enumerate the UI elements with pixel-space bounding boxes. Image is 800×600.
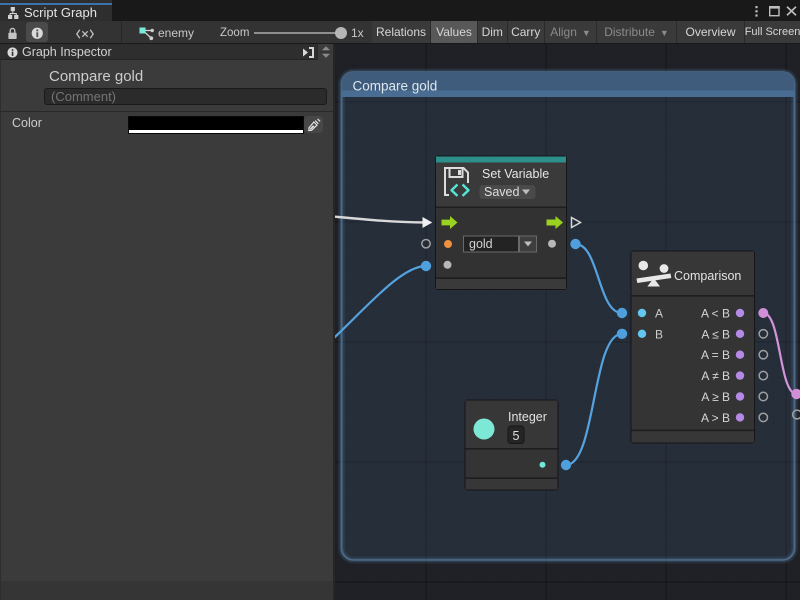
svg-text:A < B: A < B	[701, 307, 730, 321]
svg-text:Compare gold: Compare gold	[353, 79, 438, 94]
svg-text:Integer: Integer	[508, 410, 547, 424]
svg-text:B: B	[655, 327, 663, 341]
svg-text:A ≤ B: A ≤ B	[701, 327, 730, 341]
svg-text:A = B: A = B	[701, 348, 730, 362]
svg-text:A ≥ B: A ≥ B	[701, 390, 730, 404]
svg-text:Saved: Saved	[484, 185, 519, 199]
svg-text:A: A	[655, 307, 663, 321]
svg-text:5: 5	[513, 429, 520, 443]
svg-text:A ≠ B: A ≠ B	[701, 369, 730, 383]
svg-text:A > B: A > B	[701, 411, 730, 425]
svg-text:Comparison: Comparison	[674, 269, 741, 283]
svg-text:gold: gold	[469, 237, 493, 251]
svg-text:Set Variable: Set Variable	[482, 167, 549, 181]
